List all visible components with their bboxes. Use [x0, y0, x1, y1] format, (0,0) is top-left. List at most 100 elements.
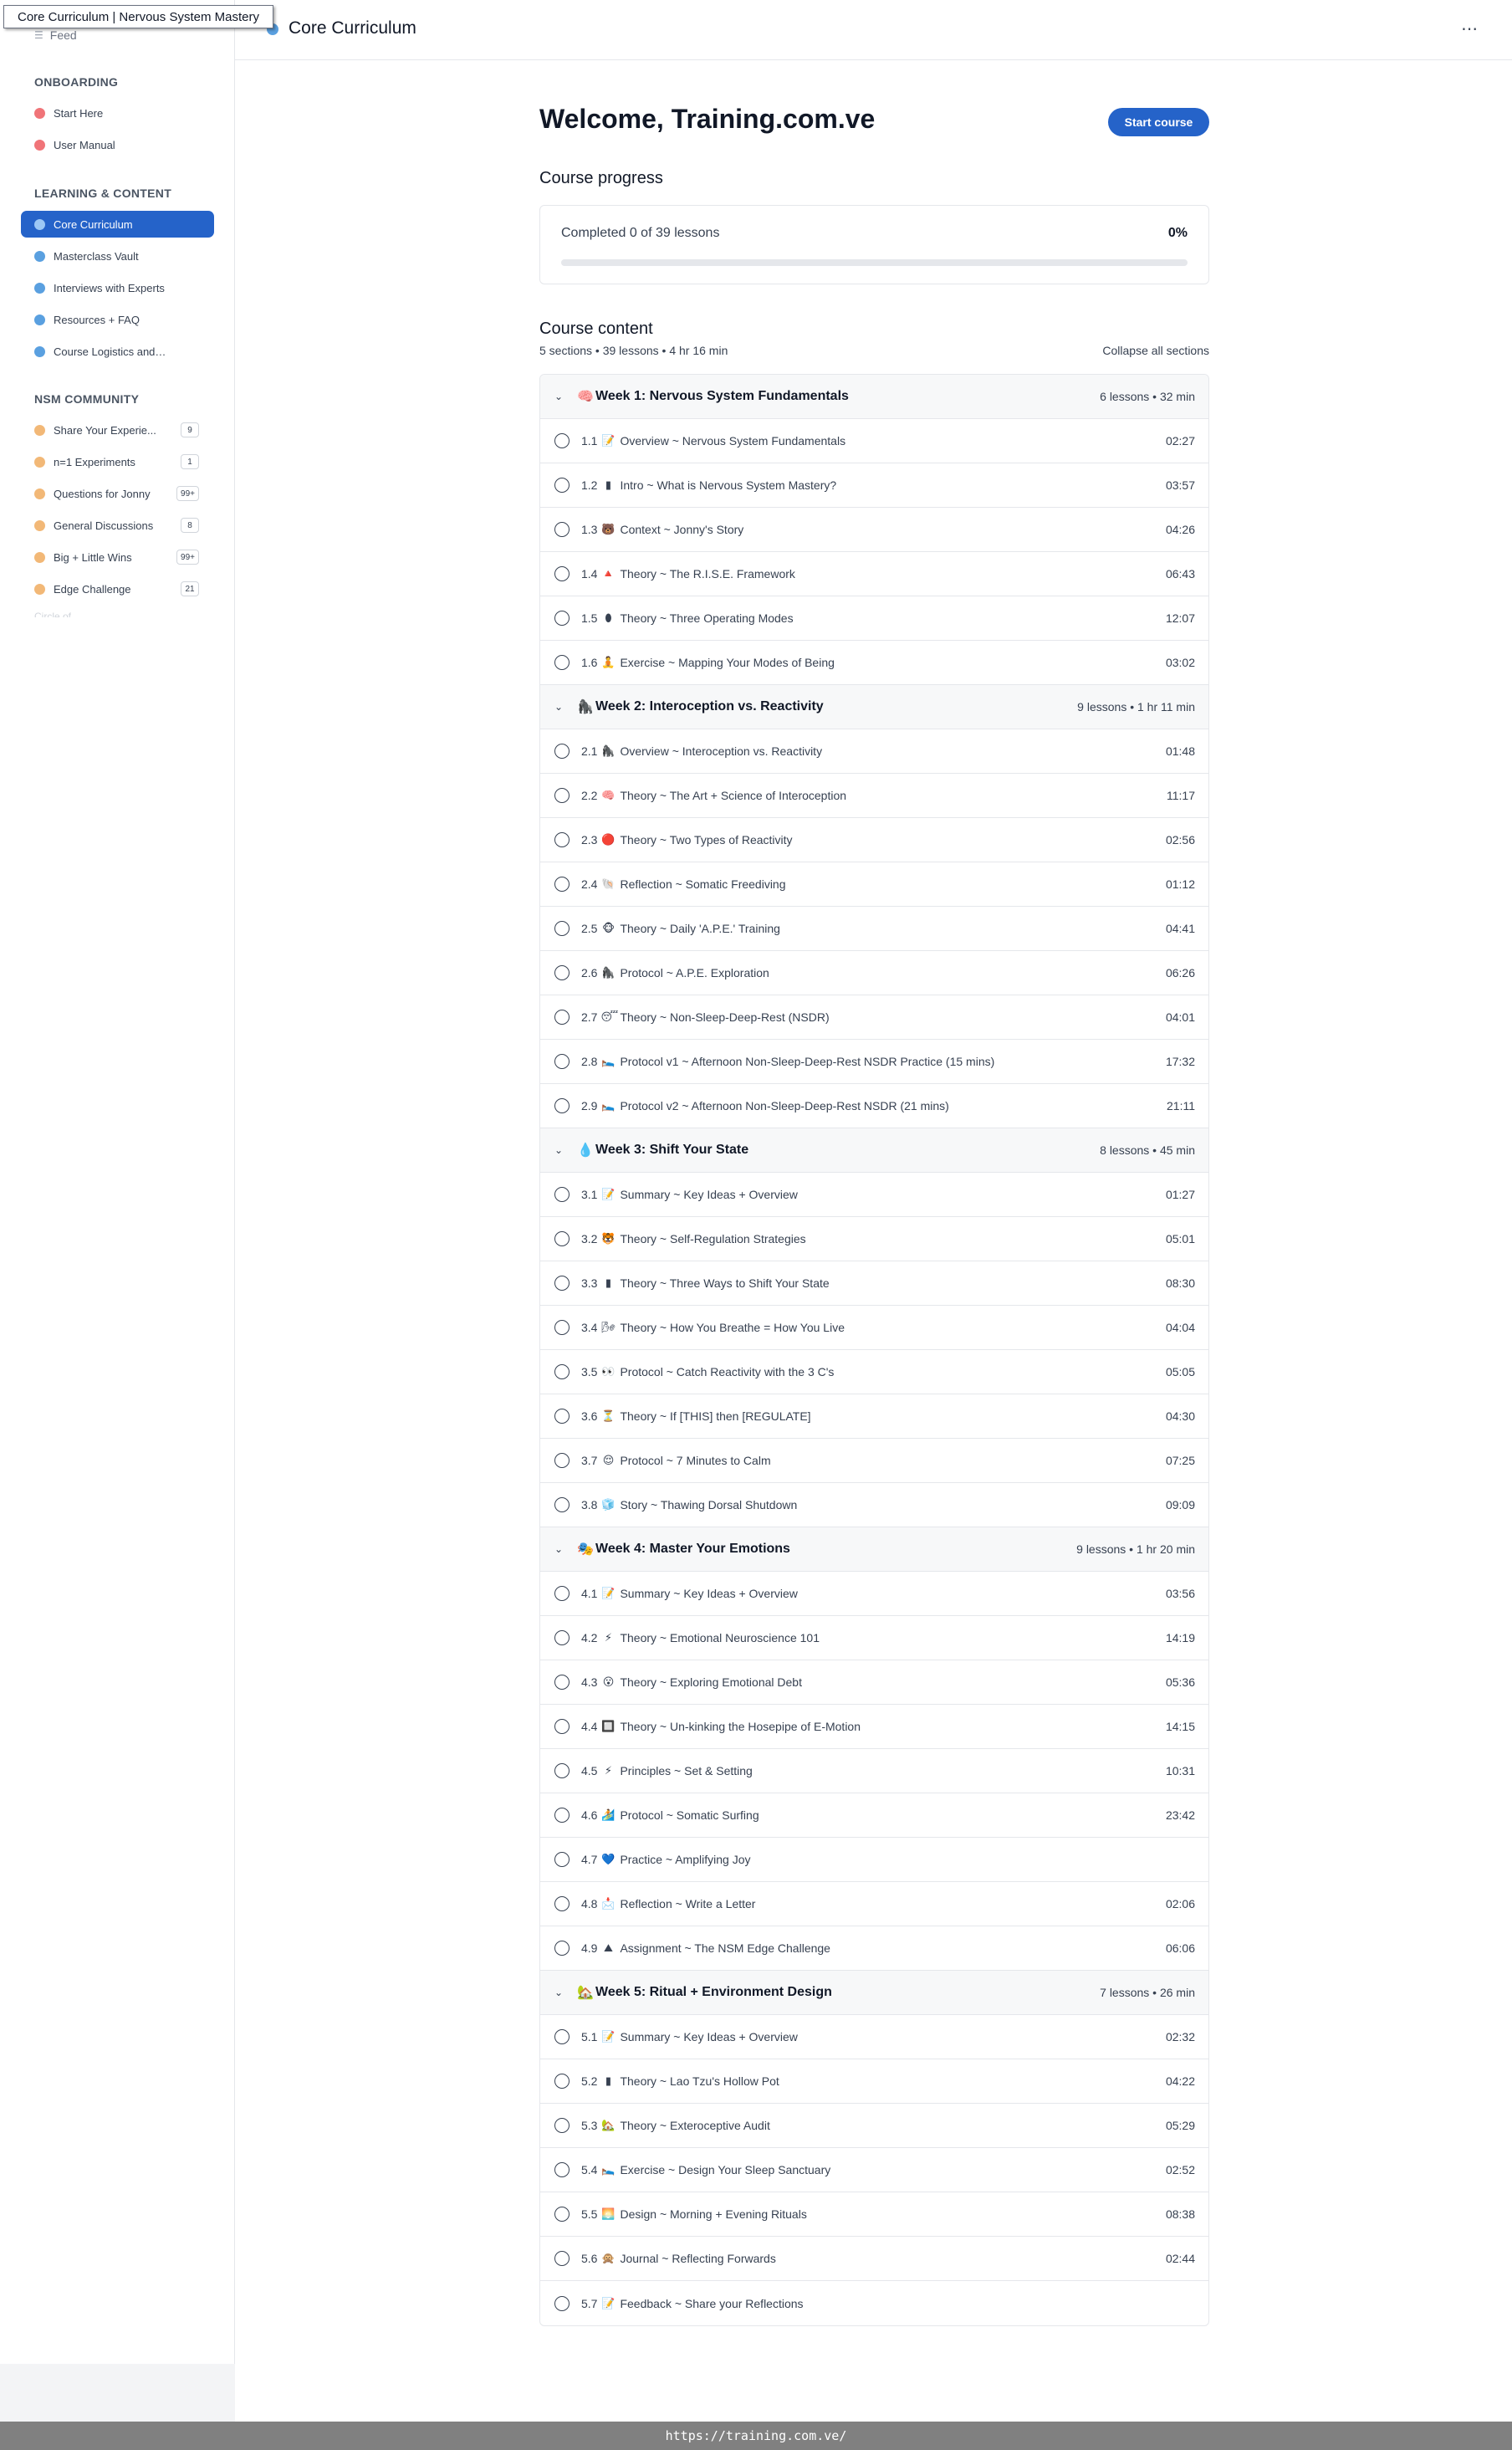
lesson-incomplete-circle-icon[interactable]	[554, 2074, 570, 2089]
lesson-incomplete-circle-icon[interactable]	[554, 566, 570, 581]
lesson-incomplete-circle-icon[interactable]	[554, 1852, 570, 1867]
lesson-title[interactable]: Practice ~ Amplifying Joy	[620, 1853, 750, 1866]
lesson-row[interactable]: 2.2 🧠 Theory ~ The Art + Science of Intero…	[540, 774, 1208, 818]
lesson-incomplete-circle-icon[interactable]	[554, 1098, 570, 1113]
lesson-row[interactable]: 5.2 ▮ Theory ~ Lao Tzu's Hollow Pot 04:22	[540, 2059, 1208, 2104]
sidebar-item[interactable]: Masterclass Vault	[21, 243, 214, 269]
lesson-row[interactable]: 4.1 📝 Summary ~ Key Ideas + Overview 03:56	[540, 1572, 1208, 1616]
chevron-down-icon[interactable]: ⌄	[540, 1543, 577, 1555]
lesson-title[interactable]: Principles ~ Set & Setting	[620, 1764, 752, 1777]
lesson-title[interactable]: Theory ~ Daily 'A.P.E.' Training	[620, 922, 779, 935]
lesson-incomplete-circle-icon[interactable]	[554, 1941, 570, 1956]
lesson-title[interactable]: Reflection ~ Write a Letter	[620, 1897, 755, 1910]
lesson-incomplete-circle-icon[interactable]	[554, 1896, 570, 1911]
lesson-incomplete-circle-icon[interactable]	[554, 655, 570, 670]
lesson-row[interactable]: 3.5 👀 Protocol ~ Catch Reactivity with the…	[540, 1350, 1208, 1394]
lesson-row[interactable]: 2.9 🛌 Protocol v2 ~ Afternoon Non-Sleep-De…	[540, 1084, 1208, 1128]
chevron-down-icon[interactable]: ⌄	[540, 391, 577, 402]
lesson-row[interactable]: 5.5 🌅 Design ~ Morning + Evening Rituals 08…	[540, 2192, 1208, 2237]
sidebar-item[interactable]: User Manual	[21, 131, 214, 158]
lesson-row[interactable]: 2.6 🦍 Protocol ~ A.P.E. Exploration 06:26	[540, 951, 1208, 995]
lesson-incomplete-circle-icon[interactable]	[554, 433, 570, 448]
lesson-incomplete-circle-icon[interactable]	[554, 2207, 570, 2222]
lesson-row[interactable]: 3.1 📝 Summary ~ Key Ideas + Overview 01:27	[540, 1173, 1208, 1217]
lesson-title[interactable]: Theory ~ How You Breathe = How You Live	[620, 1321, 845, 1334]
lesson-incomplete-circle-icon[interactable]	[554, 744, 570, 759]
lesson-incomplete-circle-icon[interactable]	[554, 921, 570, 936]
lesson-title[interactable]: Protocol ~ A.P.E. Exploration	[620, 966, 769, 979]
lesson-title[interactable]: Journal ~ Reflecting Forwards	[620, 2252, 775, 2265]
lesson-title[interactable]: Protocol v1 ~ Afternoon Non-Sleep-Deep-R…	[620, 1055, 994, 1068]
lesson-row[interactable]: 3.3 ▮ Theory ~ Three Ways to Shift Your St…	[540, 1261, 1208, 1306]
lesson-incomplete-circle-icon[interactable]	[554, 1630, 570, 1645]
lesson-title[interactable]: Feedback ~ Share your Reflections	[620, 2297, 803, 2310]
lesson-row[interactable]: 3.2 🐯 Theory ~ Self-Regulation Strategies 0…	[540, 1217, 1208, 1261]
lesson-title[interactable]: Theory ~ Self-Regulation Strategies	[620, 1232, 805, 1245]
lesson-incomplete-circle-icon[interactable]	[554, 1187, 570, 1202]
lesson-title[interactable]: Design ~ Morning + Evening Rituals	[620, 2207, 806, 2221]
lesson-title[interactable]: Theory ~ Non-Sleep-Deep-Rest (NSDR)	[620, 1010, 829, 1024]
lesson-title[interactable]: Protocol ~ Catch Reactivity with the 3 C…	[620, 1365, 834, 1378]
section-header[interactable]: ⌄ 🎭 Week 4: Master Your Emotions 9 lessons …	[540, 1527, 1208, 1572]
chevron-down-icon[interactable]: ⌄	[540, 701, 577, 713]
lesson-title[interactable]: Theory ~ Three Ways to Shift Your State	[620, 1276, 829, 1290]
lesson-title[interactable]: Story ~ Thawing Dorsal Shutdown	[620, 1498, 797, 1511]
lesson-incomplete-circle-icon[interactable]	[554, 2118, 570, 2133]
chevron-down-icon[interactable]: ⌄	[540, 1987, 577, 1998]
section-header[interactable]: ⌄ 🦍 Week 2: Interoception vs. Reactivity 9 …	[540, 685, 1208, 729]
lesson-incomplete-circle-icon[interactable]	[554, 2162, 570, 2177]
section-header[interactable]: ⌄ 🏡 Week 5: Ritual + Environment Design 7 l…	[540, 1971, 1208, 2015]
lesson-row[interactable]: 4.9 ⛰ Assignment ~ The NSM Edge Challenge 0…	[540, 1926, 1208, 1971]
lesson-incomplete-circle-icon[interactable]	[554, 1763, 570, 1778]
lesson-incomplete-circle-icon[interactable]	[554, 1586, 570, 1601]
lesson-row[interactable]: 1.1 📝 Overview ~ Nervous System Fundamenta…	[540, 419, 1208, 463]
lesson-incomplete-circle-icon[interactable]	[554, 1054, 570, 1069]
lesson-incomplete-circle-icon[interactable]	[554, 611, 570, 626]
lesson-row[interactable]: 4.2 ⚡ Theory ~ Emotional Neuroscience 101 1…	[540, 1616, 1208, 1660]
lesson-row[interactable]: 1.4 🔺 Theory ~ The R.I.S.E. Framework 06:43	[540, 552, 1208, 596]
sidebar-item[interactable]: Interviews with Experts	[21, 274, 214, 301]
start-course-button[interactable]: Start course	[1108, 108, 1209, 136]
lesson-title[interactable]: Theory ~ The R.I.S.E. Framework	[620, 567, 794, 581]
lesson-row[interactable]: 4.4 🔲 Theory ~ Un-kinking the Hosepipe of …	[540, 1705, 1208, 1749]
lesson-incomplete-circle-icon[interactable]	[554, 1808, 570, 1823]
lesson-row[interactable]: 1.6 🧘 Exercise ~ Mapping Your Modes of Bei…	[540, 641, 1208, 685]
lesson-title[interactable]: Theory ~ The Art + Science of Interocept…	[620, 789, 846, 802]
lesson-title[interactable]: Theory ~ Exteroceptive Audit	[620, 2119, 769, 2132]
lesson-incomplete-circle-icon[interactable]	[554, 2251, 570, 2266]
lesson-incomplete-circle-icon[interactable]	[554, 877, 570, 892]
lesson-row[interactable]: 3.8 🧊 Story ~ Thawing Dorsal Shutdown 09:09	[540, 1483, 1208, 1527]
sidebar-item[interactable]: Core Curriculum	[21, 211, 214, 238]
lesson-title[interactable]: Protocol ~ Somatic Surfing	[620, 1808, 759, 1822]
lesson-title[interactable]: Exercise ~ Mapping Your Modes of Being	[620, 656, 834, 669]
lesson-row[interactable]: 4.8 📩 Reflection ~ Write a Letter 02:06	[540, 1882, 1208, 1926]
lesson-incomplete-circle-icon[interactable]	[554, 832, 570, 847]
lesson-incomplete-circle-icon[interactable]	[554, 1719, 570, 1734]
sidebar-item[interactable]: Share Your Experie... 9	[21, 417, 214, 443]
lesson-title[interactable]: Theory ~ If [THIS] then [REGULATE]	[620, 1409, 810, 1423]
sidebar-item[interactable]: Resources + FAQ	[21, 306, 214, 333]
lesson-row[interactable]: 4.3 😮 Theory ~ Exploring Emotional Debt 05:…	[540, 1660, 1208, 1705]
section-header[interactable]: ⌄ 🧠 Week 1: Nervous System Fundamentals 6 l…	[540, 375, 1208, 419]
lesson-row[interactable]: 5.6 🙊 Journal ~ Reflecting Forwards 02:44	[540, 2237, 1208, 2281]
lesson-title[interactable]: Summary ~ Key Ideas + Overview	[620, 2030, 797, 2043]
lesson-row[interactable]: 2.3 🔴 Theory ~ Two Types of Reactivity 02:5…	[540, 818, 1208, 862]
lesson-row[interactable]: 1.2 ▮ Intro ~ What is Nervous System Maste…	[540, 463, 1208, 508]
lesson-row[interactable]: 2.1 🦍 Overview ~ Interoception vs. Reactiv…	[540, 729, 1208, 774]
lesson-incomplete-circle-icon[interactable]	[554, 1276, 570, 1291]
lesson-row[interactable]: 4.6 🏄 Protocol ~ Somatic Surfing 23:42	[540, 1793, 1208, 1838]
lesson-incomplete-circle-icon[interactable]	[554, 1231, 570, 1246]
lesson-incomplete-circle-icon[interactable]	[554, 1497, 570, 1512]
lesson-incomplete-circle-icon[interactable]	[554, 2029, 570, 2044]
lesson-incomplete-circle-icon[interactable]	[554, 1453, 570, 1468]
lesson-title[interactable]: Overview ~ Nervous System Fundamentals	[620, 434, 845, 448]
lesson-title[interactable]: Theory ~ Exploring Emotional Debt	[620, 1675, 802, 1689]
lesson-title[interactable]: Summary ~ Key Ideas + Overview	[620, 1188, 797, 1201]
lesson-title[interactable]: Context ~ Jonny's Story	[620, 523, 743, 536]
lesson-row[interactable]: 5.4 🛌 Exercise ~ Design Your Sleep Sanctua…	[540, 2148, 1208, 2192]
lesson-row[interactable]: 2.8 🛌 Protocol v1 ~ Afternoon Non-Sleep-De…	[540, 1040, 1208, 1084]
lesson-title[interactable]: Theory ~ Three Operating Modes	[620, 611, 793, 625]
sidebar-item-feed[interactable]: ☰ Feed	[34, 27, 77, 43]
lesson-incomplete-circle-icon[interactable]	[554, 788, 570, 803]
lesson-title[interactable]: Assignment ~ The NSM Edge Challenge	[620, 1941, 830, 1955]
